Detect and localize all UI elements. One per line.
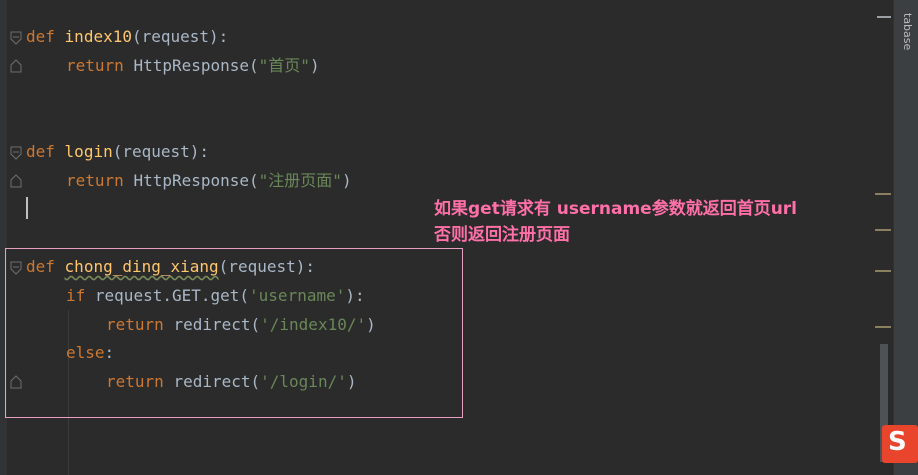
keyword-return: return bbox=[66, 56, 124, 75]
close-paren: ) bbox=[309, 56, 320, 75]
highlight-box bbox=[5, 248, 463, 418]
scroll-marker[interactable] bbox=[875, 193, 891, 195]
annotation-text: 如果get请求有 username参数就返回首页url 否则返回注册页面 bbox=[434, 196, 797, 248]
keyword-return: return bbox=[66, 171, 124, 190]
ime-logo-label: S bbox=[888, 427, 907, 457]
annotation-line-2: 否则返回注册页面 bbox=[434, 225, 570, 245]
call-expr: HttpResponse( bbox=[133, 171, 259, 190]
fold-icon[interactable] bbox=[10, 31, 22, 45]
fold-end-icon[interactable] bbox=[10, 59, 22, 73]
scroll-marker[interactable] bbox=[875, 229, 891, 231]
code-line: return HttpResponse("首页") bbox=[66, 52, 320, 80]
string-literal: "注册页面" bbox=[258, 171, 342, 190]
scroll-marker[interactable] bbox=[877, 16, 891, 18]
code-editor[interactable]: def index10(request): return HttpRespons… bbox=[0, 0, 893, 475]
function-params: (request): bbox=[112, 142, 210, 161]
call-expr: HttpResponse( bbox=[133, 56, 259, 75]
close-paren: ) bbox=[341, 171, 352, 190]
code-line: return HttpResponse("注册页面") bbox=[66, 167, 352, 195]
string-literal: "首页" bbox=[258, 56, 310, 75]
keyword-def: def bbox=[26, 142, 55, 161]
annotation-line-1: 如果get请求有 username参数就返回首页url bbox=[434, 199, 798, 219]
code-line: def login(request): bbox=[26, 138, 209, 166]
function-params: (request): bbox=[131, 27, 229, 46]
fold-end-icon[interactable] bbox=[10, 174, 22, 188]
keyword-def: def bbox=[26, 27, 55, 46]
function-name: index10 bbox=[64, 27, 132, 46]
scroll-marker[interactable] bbox=[875, 270, 891, 272]
scroll-marker[interactable] bbox=[875, 326, 891, 328]
ime-logo-icon[interactable]: S bbox=[882, 425, 918, 463]
code-line: def index10(request): bbox=[26, 23, 228, 51]
fold-icon[interactable] bbox=[10, 146, 22, 160]
text-cursor bbox=[26, 197, 28, 219]
right-tool-panel bbox=[893, 0, 918, 475]
database-tab[interactable]: tabase bbox=[896, 0, 916, 50]
function-name: login bbox=[64, 142, 113, 161]
